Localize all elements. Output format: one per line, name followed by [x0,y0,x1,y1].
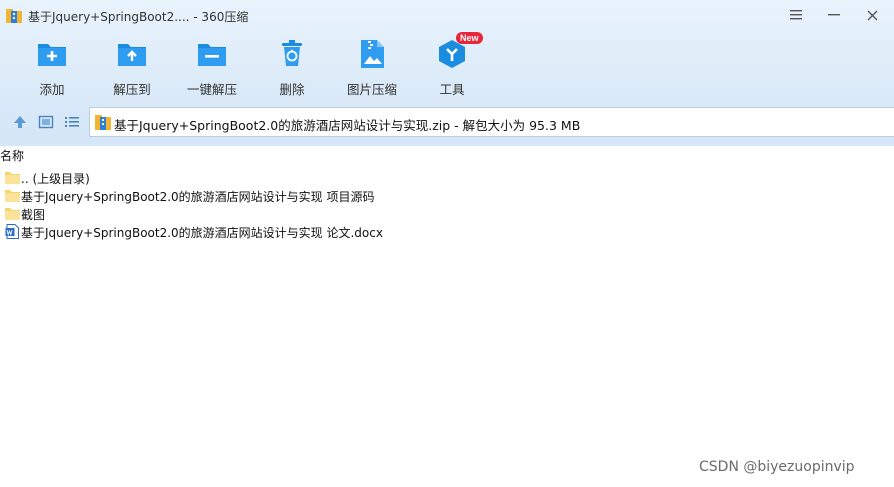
top-chrome: 基于Jquery+SpringBoot2.... - 360压缩 添加 解压到 … [0,0,894,146]
list-item-name: .. (上级目录) [21,172,90,186]
list-item[interactable]: 基于Jquery+SpringBoot2.0的旅游酒店网站设计与实现 论文.do… [0,223,894,241]
column-header-name[interactable]: 名称 [0,147,24,164]
folder-quick-extract-icon [198,44,226,66]
address-text: 基于Jquery+SpringBoot2.0的旅游酒店网站设计与实现.zip -… [114,118,581,133]
minimize-icon [828,14,840,16]
minimize-button[interactable] [820,2,848,28]
tools-label: 工具 [439,82,465,97]
word-doc-icon [5,224,19,239]
toolbar: 添加 解压到 一键解压 删除 图片压缩 New 工具 [0,32,894,100]
zip-file-icon [95,115,111,130]
list-item-name: 基于Jquery+SpringBoot2.0的旅游酒店网站设计与实现 论文.do… [21,226,383,240]
list-item[interactable]: 基于Jquery+SpringBoot2.0的旅游酒店网站设计与实现 项目源码 [0,187,894,205]
extract-to-button[interactable]: 解压到 [92,36,172,100]
folder-icon [5,190,20,202]
close-icon [867,10,877,20]
file-list: .. (上级目录) 基于Jquery+SpringBoot2.0的旅游酒店网站设… [0,169,894,241]
folder-extract-icon [118,44,146,66]
trash-icon [282,40,302,66]
quick-extract-label: 一键解压 [186,82,237,97]
watermark: CSDN @biyezuopinvip [699,459,855,475]
tools-button[interactable]: New 工具 [412,32,492,100]
image-compress-icon [361,40,384,68]
title-bar: 基于Jquery+SpringBoot2.... - 360压缩 [0,0,894,32]
add-button[interactable]: 添加 [12,36,92,100]
address-row: 基于Jquery+SpringBoot2.0的旅游酒店网站设计与实现.zip -… [0,104,894,138]
up-arrow-icon[interactable] [12,114,28,130]
list-item-name: 截图 [21,208,46,222]
folder-icon [5,172,20,184]
close-button[interactable] [858,2,886,28]
list-item[interactable]: 截图 [0,205,894,223]
menu-icon [790,10,802,20]
app-icon [6,9,22,23]
folder-add-icon [38,44,66,66]
add-label: 添加 [39,82,65,97]
delete-button[interactable]: 删除 [252,36,332,100]
extract-to-label: 解压到 [113,82,151,97]
list-view-icon[interactable] [64,114,80,130]
address-bar[interactable]: 基于Jquery+SpringBoot2.0的旅游酒店网站设计与实现.zip -… [89,107,894,137]
image-compress-label: 图片压缩 [346,82,397,97]
new-badge: New [456,32,483,44]
list-item-name: 基于Jquery+SpringBoot2.0的旅游酒店网站设计与实现 项目源码 [21,190,375,204]
menu-button[interactable] [782,2,810,28]
thumbnail-view-icon[interactable] [38,114,54,130]
image-compress-button[interactable]: 图片压缩 [332,36,412,100]
window-title: 基于Jquery+SpringBoot2.... - 360压缩 [28,10,249,24]
quick-extract-button[interactable]: 一键解压 [172,36,252,100]
list-item[interactable]: .. (上级目录) [0,169,894,187]
delete-label: 删除 [279,82,305,97]
folder-icon [5,208,20,220]
